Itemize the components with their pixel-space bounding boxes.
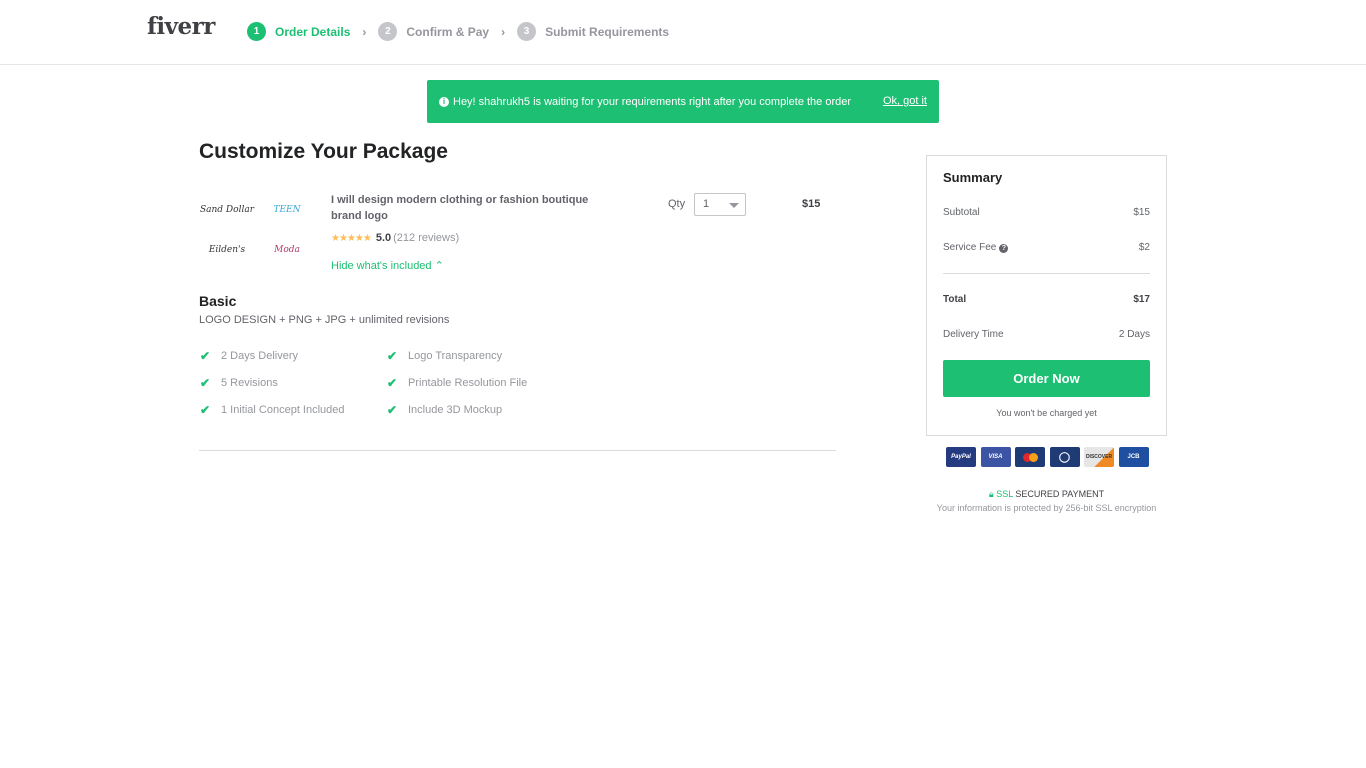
step-order-details: 1 Order Details <box>247 22 350 41</box>
delivery-time-row: Delivery Time 2 Days <box>943 329 1150 340</box>
summary-title: Summary <box>943 170 1003 185</box>
delivery-value: 2 Days <box>1118 329 1150 340</box>
ssl-secured-payment: 🔒︎ SSL SECURED PAYMENT <box>926 489 1167 500</box>
checkmark-icon: ✔ <box>387 403 398 417</box>
info-icon: i <box>439 96 449 107</box>
jcb-icon: JCB <box>1118 447 1149 467</box>
lock-icon: 🔒︎ <box>988 489 994 499</box>
total-value: $17 <box>1133 294 1150 305</box>
service-fee-value: $2 <box>1138 242 1150 253</box>
portfolio-logo: Sand Dollar <box>199 205 254 215</box>
summary-divider <box>943 273 1150 274</box>
step-label: Confirm & Pay <box>406 24 490 39</box>
banner-text: Hey! shahrukh5 is waiting for your requi… <box>453 95 852 108</box>
subtotal-row: Subtotal $15 <box>943 207 1150 218</box>
subtotal-label: Subtotal <box>943 207 980 218</box>
service-fee-label: Service Fee <box>943 242 997 253</box>
total-row: Total $17 <box>943 294 1150 305</box>
notification-banner: i Hey! shahrukh5 is waiting for your req… <box>427 80 939 123</box>
feature-label: Logo Transparency <box>408 350 503 362</box>
ssl-text: SECURED PAYMENT <box>1015 489 1105 499</box>
paypal-icon: PayPal <box>946 447 976 467</box>
step-number: 2 <box>378 22 398 41</box>
step-confirm-pay: 2 Confirm & Pay <box>378 22 489 41</box>
discover-icon: DISCOVER <box>1084 447 1114 467</box>
top-header: fiverr 1 Order Details › 2 Confirm & Pay… <box>0 0 1366 65</box>
step-number: 3 <box>517 22 537 41</box>
review-count: (212 reviews) <box>393 232 460 244</box>
feature-item: ✔ 2 Days Delivery <box>200 349 298 363</box>
service-fee-row: Service Fee? $2 <box>943 242 1150 253</box>
qty-value: 1 <box>703 198 710 210</box>
feature-label: 2 Days Delivery <box>221 350 299 362</box>
checkmark-icon: ✔ <box>387 376 398 390</box>
quantity-select[interactable]: 1 <box>694 193 746 216</box>
feature-label: 1 Initial Concept Included <box>221 404 345 416</box>
checkmark-icon: ✔ <box>200 403 211 417</box>
caret-down-icon <box>729 203 739 208</box>
subtotal-value: $15 <box>1133 207 1150 218</box>
ssl-label: SSL <box>996 489 1013 499</box>
portfolio-logo: TEEN <box>273 205 301 215</box>
checkmark-icon: ✔ <box>200 376 211 390</box>
checkmark-icon: ✔ <box>200 349 211 363</box>
visa-icon: VISA <box>980 447 1011 467</box>
gig-rating: ★★★★★ 5.0 (212 reviews) <box>331 232 459 244</box>
feature-item: ✔ 1 Initial Concept Included <box>200 403 345 417</box>
feature-item: ✔ Logo Transparency <box>387 349 502 363</box>
no-charge-note: You won't be charged yet <box>996 408 1097 418</box>
diners-club-icon: ◯ <box>1049 447 1080 467</box>
feature-item: ✔ Printable Resolution File <box>387 376 527 390</box>
feature-label: Printable Resolution File <box>408 377 528 389</box>
portfolio-logo: Moda <box>274 245 300 255</box>
checkmark-icon: ✔ <box>387 349 398 363</box>
page-title: Customize Your Package <box>199 140 448 163</box>
hide-whats-included-link[interactable]: Hide what's included ⌃ <box>331 259 444 272</box>
gig-thumbnail: Sand Dollar TEEN Eilden's Moda <box>199 195 319 265</box>
feature-item: ✔ Include 3D Mockup <box>387 403 502 417</box>
step-number: 1 <box>247 22 266 41</box>
help-icon[interactable]: ? <box>999 244 1009 253</box>
chevron-right-icon: › <box>501 24 506 39</box>
fiverr-logo[interactable]: fiverr <box>147 13 215 40</box>
dismiss-banner-link[interactable]: Ok, got it <box>883 95 927 107</box>
step-label: Order Details <box>275 24 351 39</box>
total-label: Total <box>943 294 967 305</box>
qty-label: Qty <box>668 198 686 210</box>
rating-value: 5.0 <box>375 232 392 244</box>
step-submit-requirements: 3 Submit Requirements <box>517 22 669 41</box>
order-summary: Summary Subtotal $15 Service Fee? $2 Tot… <box>926 155 1167 436</box>
payment-methods: PayPal VISA ◯ DISCOVER JCB <box>946 447 1153 467</box>
step-label: Submit Requirements <box>545 24 670 39</box>
package-name: Basic <box>199 293 237 309</box>
gig-price: $15 <box>802 198 821 210</box>
ssl-description: Your information is protected by 256-bit… <box>936 503 1157 513</box>
feature-item: ✔ 5 Revisions <box>200 376 278 390</box>
star-rating-icon: ★★★★★ <box>331 232 372 244</box>
checkout-steps: 1 Order Details › 2 Confirm & Pay › 3 Su… <box>247 22 669 41</box>
section-divider <box>199 450 836 451</box>
order-now-button[interactable]: Order Now <box>943 360 1150 397</box>
delivery-label: Delivery Time <box>943 329 1004 340</box>
feature-label: 5 Revisions <box>221 377 278 389</box>
feature-label: Include 3D Mockup <box>408 404 503 416</box>
portfolio-logo: Eilden's <box>208 245 246 255</box>
chevron-right-icon: › <box>362 24 367 39</box>
package-description: LOGO DESIGN + PNG + JPG + unlimited revi… <box>199 314 450 326</box>
mastercard-icon <box>1015 447 1045 467</box>
gig-title[interactable]: I will design modern clothing or fashion… <box>331 192 591 224</box>
